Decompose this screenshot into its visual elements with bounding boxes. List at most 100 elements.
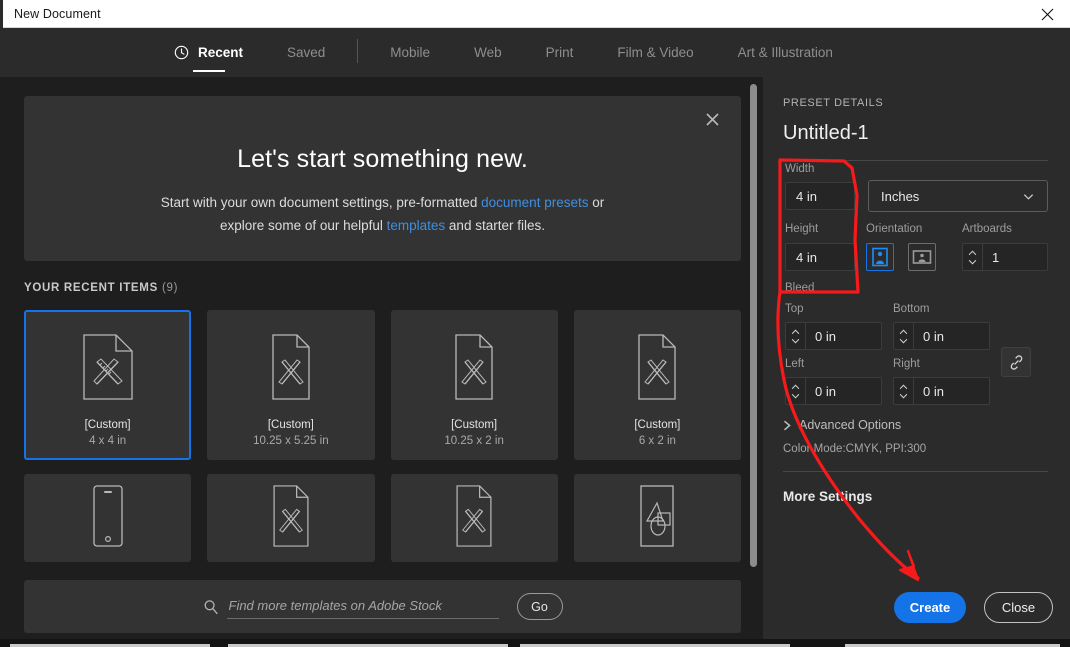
tab-divider — [357, 39, 358, 63]
recent-item-2[interactable]: [Custom] 10.25 x 2 in — [391, 310, 558, 460]
artboards-value[interactable]: 1 — [983, 244, 1047, 270]
recent-item-4[interactable] — [24, 474, 191, 562]
recent-item-6[interactable] — [391, 474, 558, 562]
orientation-landscape-button[interactable] — [908, 243, 936, 271]
mobile-device-icon — [92, 485, 124, 547]
create-button[interactable]: Create — [894, 592, 966, 623]
width-label: Width — [785, 163, 814, 175]
close-icon — [705, 112, 720, 127]
link-chain-icon — [1008, 354, 1025, 371]
document-pencil-ruler-icon — [82, 334, 134, 400]
promo-banner-close-button[interactable] — [699, 106, 725, 132]
window-title: New Document — [14, 7, 101, 21]
desktop-taskbar-strip — [0, 639, 1070, 647]
document-presets-link[interactable]: document presets — [481, 195, 588, 210]
preset-divider-bottom — [783, 471, 1048, 472]
chevron-up-icon[interactable] — [791, 329, 800, 335]
stock-search-bar: Go — [24, 580, 741, 633]
artboards-stepper-arrows[interactable] — [963, 244, 983, 270]
recent-item-name: [Custom] — [85, 419, 131, 431]
recent-item-7[interactable] — [574, 474, 741, 562]
bleed-left-stepper[interactable]: 0 in — [785, 377, 882, 405]
recent-items-grid: [Custom] 4 x 4 in [Custom] 1 — [24, 310, 741, 576]
bleed-right-stepper[interactable]: 0 in — [893, 377, 990, 405]
bleed-top-stepper-arrows[interactable] — [786, 323, 806, 349]
artboards-stepper[interactable]: 1 — [962, 243, 1048, 271]
bleed-label: Bleed — [785, 282, 814, 294]
bleed-left-value[interactable]: 0 in — [806, 378, 881, 404]
chevron-down-icon[interactable] — [791, 338, 800, 344]
chevron-up-icon[interactable] — [968, 250, 977, 256]
tab-film-video[interactable]: Film & Video — [595, 28, 715, 77]
bleed-bottom-stepper-arrows[interactable] — [894, 323, 914, 349]
recent-item-size: 10.25 x 5.25 in — [253, 435, 328, 447]
document-pencil-ruler-icon — [454, 485, 494, 547]
height-input[interactable] — [785, 243, 855, 271]
chevron-down-icon — [1022, 190, 1035, 203]
templates-browser-pane: Let's start something new. Start with yo… — [0, 77, 763, 639]
bleed-left-stepper-arrows[interactable] — [786, 378, 806, 404]
recent-item-0[interactable]: [Custom] 4 x 4 in — [24, 310, 191, 460]
tab-print[interactable]: Print — [524, 28, 596, 77]
bleed-right-label: Right — [893, 358, 920, 370]
units-select[interactable]: Inches — [868, 180, 1048, 212]
close-icon — [1041, 8, 1054, 21]
document-pencil-ruler-icon — [271, 334, 311, 400]
tab-recent[interactable]: Recent — [152, 28, 265, 77]
bleed-link-toggle-button[interactable] — [1001, 347, 1031, 377]
thumbnail — [271, 334, 311, 405]
tab-mobile[interactable]: Mobile — [368, 28, 452, 77]
recent-item-1[interactable]: [Custom] 10.25 x 5.25 in — [207, 310, 374, 460]
orientation-portrait-button[interactable] — [866, 243, 894, 271]
window-close-button[interactable] — [1024, 0, 1070, 28]
width-input[interactable] — [785, 182, 855, 210]
recent-item-5[interactable] — [207, 474, 374, 562]
tab-label-web: Web — [474, 45, 502, 60]
advanced-options-toggle[interactable]: Advanced Options — [783, 418, 901, 432]
tab-web[interactable]: Web — [452, 28, 524, 77]
bleed-top-value[interactable]: 0 in — [806, 323, 881, 349]
bleed-bottom-label: Bottom — [893, 303, 929, 315]
promo-text-1a: Start with your own document settings, p… — [161, 195, 481, 210]
thumbnail — [82, 334, 134, 405]
bleed-right-stepper-arrows[interactable] — [894, 378, 914, 404]
advanced-options-label: Advanced Options — [799, 418, 901, 432]
bleed-right-value[interactable]: 0 in — [914, 378, 989, 404]
window-titlebar: New Document — [0, 0, 1070, 28]
recent-items-row-1: [Custom] 4 x 4 in [Custom] 1 — [24, 310, 741, 460]
chevron-up-icon[interactable] — [899, 329, 908, 335]
chevron-down-icon[interactable] — [899, 338, 908, 344]
tab-saved[interactable]: Saved — [265, 28, 347, 77]
stock-search-input[interactable] — [227, 595, 499, 619]
units-select-value: Inches — [881, 189, 919, 204]
promo-banner-subtitle: Start with your own document settings, p… — [24, 191, 741, 237]
thumbnail — [454, 334, 494, 405]
thumbnail — [454, 485, 494, 552]
titlebar-accent — [0, 0, 3, 28]
document-pencil-ruler-icon — [454, 334, 494, 400]
bleed-bottom-value[interactable]: 0 in — [914, 323, 989, 349]
bleed-bottom-stepper[interactable]: 0 in — [893, 322, 990, 350]
close-button[interactable]: Close — [984, 592, 1053, 623]
chevron-up-icon[interactable] — [899, 384, 908, 390]
bleed-top-stepper[interactable]: 0 in — [785, 322, 882, 350]
recent-item-size: 4 x 4 in — [89, 435, 126, 447]
tab-label-mobile: Mobile — [390, 45, 430, 60]
chevron-down-icon[interactable] — [968, 259, 977, 265]
templates-link[interactable]: templates — [387, 218, 446, 233]
chevron-up-icon[interactable] — [791, 384, 800, 390]
recent-item-name: [Custom] — [451, 419, 497, 431]
bleed-left-label: Left — [785, 358, 804, 370]
recent-item-3[interactable]: [Custom] 6 x 2 in — [574, 310, 741, 460]
tab-art-illustration[interactable]: Art & Illustration — [716, 28, 855, 77]
more-settings-button[interactable]: More Settings — [783, 489, 872, 504]
promo-banner: Let's start something new. Start with yo… — [24, 96, 741, 261]
artboards-label: Artboards — [962, 223, 1012, 235]
chevron-down-icon[interactable] — [899, 393, 908, 399]
chevron-down-icon[interactable] — [791, 393, 800, 399]
left-pane-scrollbar-thumb[interactable] — [750, 84, 757, 567]
stock-search-go-button[interactable]: Go — [517, 593, 563, 620]
thumbnail — [637, 485, 677, 552]
recent-item-size: 6 x 2 in — [639, 435, 676, 447]
promo-text-1b: or — [588, 195, 604, 210]
